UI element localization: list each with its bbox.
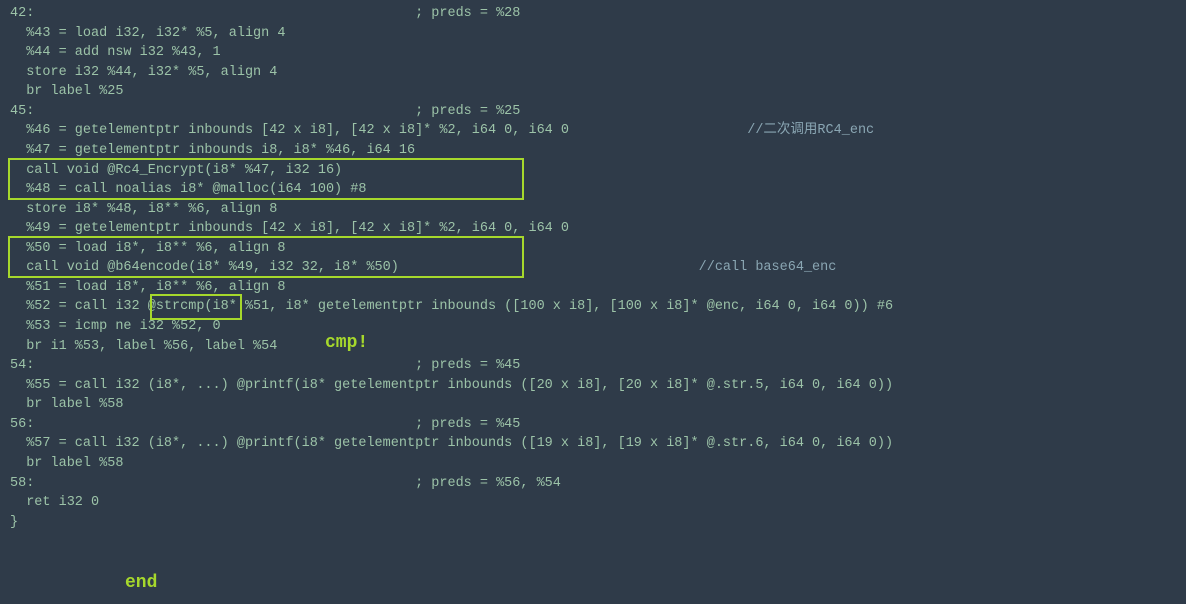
- code-line: call void @Rc4_Encrypt(i8* %47, i32 16): [10, 161, 1176, 181]
- code-line: %52 = call i32 @strcmp(i8* %51, i8* gete…: [10, 297, 1176, 317]
- code-line: %51 = load i8*, i8** %6, align 8: [10, 278, 1176, 298]
- code-line: 54: ; preds = %45: [10, 356, 1176, 376]
- code-line: %46 = getelementptr inbounds [42 x i8], …: [10, 121, 1176, 141]
- code-line: br label %25: [10, 82, 1176, 102]
- code-line: %47 = getelementptr inbounds i8, i8* %46…: [10, 141, 1176, 161]
- annotation-end: end: [125, 570, 157, 596]
- code-block: 42: ; preds = %28 %43 = load i32, i32* %…: [10, 4, 1176, 532]
- code-line: store i8* %48, i8** %6, align 8: [10, 200, 1176, 220]
- code-line: 58: ; preds = %56, %54: [10, 474, 1176, 494]
- code-line: %53 = icmp ne i32 %52, 0: [10, 317, 1176, 337]
- code-line: br i1 %53, label %56, label %54: [10, 337, 1176, 357]
- code-line: 45: ; preds = %25: [10, 102, 1176, 122]
- code-line: call void @b64encode(i8* %49, i32 32, i8…: [10, 258, 1176, 278]
- code-line: %55 = call i32 (i8*, ...) @printf(i8* ge…: [10, 376, 1176, 396]
- code-line: store i32 %44, i32* %5, align 4: [10, 63, 1176, 83]
- code-line: }: [10, 513, 1176, 533]
- code-line: %43 = load i32, i32* %5, align 4: [10, 24, 1176, 44]
- comment-rc4: //二次调用RC4_enc: [747, 123, 874, 138]
- code-line: 42: ; preds = %28: [10, 4, 1176, 24]
- comment-b64: //call base64_enc: [699, 260, 837, 275]
- code-line: ret i32 0: [10, 493, 1176, 513]
- annotation-cmp: cmp!: [325, 330, 368, 356]
- code-line: br label %58: [10, 454, 1176, 474]
- code-line: %49 = getelementptr inbounds [42 x i8], …: [10, 219, 1176, 239]
- code-line: 56: ; preds = %45: [10, 415, 1176, 435]
- code-line: %50 = load i8*, i8** %6, align 8: [10, 239, 1176, 259]
- code-line: %44 = add nsw i32 %43, 1: [10, 43, 1176, 63]
- code-line: br label %58: [10, 395, 1176, 415]
- code-line: %48 = call noalias i8* @malloc(i64 100) …: [10, 180, 1176, 200]
- code-line: %57 = call i32 (i8*, ...) @printf(i8* ge…: [10, 434, 1176, 454]
